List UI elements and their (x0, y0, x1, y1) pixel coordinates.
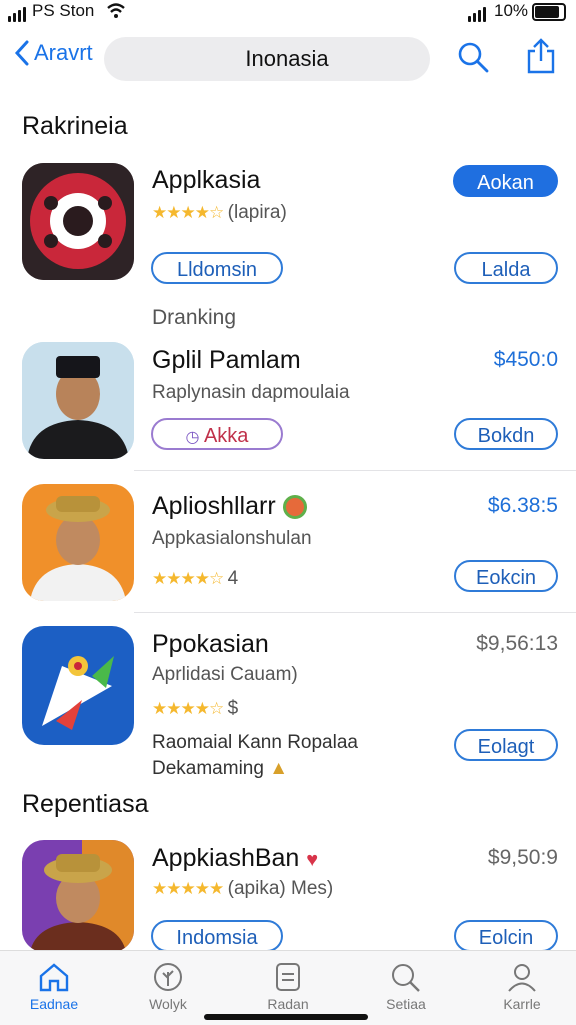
price-label: $9,56:13 (476, 632, 558, 655)
back-label: Aravrt (34, 40, 93, 65)
app-subtitle: Aprlidasi Cauam) (152, 664, 298, 685)
tab-home[interactable]: Eadnae (18, 962, 90, 1012)
rating-text: (lapira) (227, 202, 287, 223)
signal-icon (8, 2, 28, 22)
app-description: Raomaial Kann Ropalaa (152, 732, 358, 753)
get-button[interactable]: Aokan (453, 165, 558, 197)
person-icon (22, 484, 134, 601)
open-button[interactable]: Eolcin (454, 920, 558, 952)
signal-icon-right (468, 2, 488, 22)
wifi-icon (107, 3, 125, 18)
price-label: $9,50:9 (487, 846, 558, 869)
leaf-icon (154, 963, 182, 991)
tag-button[interactable]: Indomsia (151, 920, 283, 952)
home-indicator (204, 1014, 368, 1020)
tab-label: Wolyk (149, 996, 187, 1012)
open-button[interactable]: Lalda (454, 252, 558, 284)
app-subtitle: Appkasialonshulan (152, 528, 312, 549)
subsection-title: Dranking (152, 306, 237, 329)
app-name: Aplioshllarr (152, 492, 307, 521)
tab-label: Eadnae (29, 996, 79, 1012)
search-icon (392, 964, 420, 992)
tag-label: Akka (203, 425, 249, 447)
tab-label: Radan (267, 996, 309, 1012)
rocket-icon (22, 626, 134, 745)
tag-button[interactable]: ◷ Akka (151, 418, 283, 450)
tab-read[interactable]: Radan (252, 962, 324, 1012)
app-name: Applkasia (152, 166, 261, 194)
person-icon (508, 964, 536, 992)
rating-text: (apika) Mes) (227, 878, 334, 899)
heart-icon: ♥ (306, 849, 319, 871)
badge-icon (282, 495, 307, 520)
price-label: $450:0 (493, 348, 558, 371)
search-icon[interactable] (456, 40, 490, 74)
section-title: Repentiasa (22, 790, 149, 818)
open-button[interactable]: Eokcin (454, 560, 558, 592)
tab-search[interactable]: Setiaa (370, 962, 442, 1012)
document-icon (276, 963, 300, 991)
person-icon (22, 840, 134, 952)
tab-label: Karrle (503, 996, 541, 1012)
description-text: Dekamaming (152, 758, 264, 779)
star-rating-icon: ★★★★☆ (152, 203, 224, 222)
price-label: $6.38:5 (487, 494, 558, 517)
app-description: Dekamaming ▲ (152, 758, 288, 780)
battery-label: 10% (494, 1, 529, 20)
back-button[interactable]: Aravrt (14, 40, 93, 66)
status-bar: PS Ston 10% (0, 0, 576, 24)
carrier-label: PS Ston (32, 1, 95, 20)
star-rating-icon: ★★★★★ (152, 879, 224, 898)
app-icon-portrait[interactable] (22, 342, 134, 459)
tab-label: Setiaa (386, 996, 426, 1012)
tab-discover[interactable]: Wolyk (132, 962, 204, 1012)
person-icon (22, 342, 134, 459)
home-icon (39, 963, 69, 992)
rating: ★★★★☆ 4 (152, 568, 238, 590)
app-icon-officer[interactable] (22, 484, 134, 601)
open-button[interactable]: Eolagt (454, 729, 558, 761)
star-rating-icon: ★★★★☆ (152, 699, 224, 718)
app-name: Gplil Pamlam (152, 346, 301, 374)
share-icon[interactable] (526, 37, 556, 75)
rating: ★★★★☆ $ (152, 698, 238, 720)
chevron-left-icon (14, 40, 29, 66)
app-icon-rocket[interactable] (22, 626, 134, 745)
app-name-text: AppkiashBan (152, 844, 300, 872)
app-name: AppkiashBan ♥ (152, 844, 318, 873)
divider (134, 612, 576, 613)
page-title: Inonasia (245, 46, 329, 71)
app-subtitle: Raplynasin dapmoulaia (152, 382, 350, 403)
rating: ★★★★★ (apika) Mes) (152, 878, 333, 900)
battery-icon (532, 3, 566, 21)
app-icon-target[interactable] (22, 163, 134, 280)
clock-icon: ◷ (185, 429, 200, 446)
target-icon (22, 163, 134, 280)
section-title: Rakrineia (22, 112, 128, 140)
app-name-text: Aplioshllarr (152, 492, 276, 520)
app-icon-officer-2[interactable] (22, 840, 134, 952)
rating-text: $ (227, 698, 239, 719)
tag-button[interactable]: Lldomsin (151, 252, 283, 284)
tab-profile[interactable]: Karrle (486, 962, 558, 1012)
bell-icon: ▲ (269, 758, 289, 779)
rating: ★★★★☆ (lapira) (152, 202, 287, 224)
rating-text: 4 (227, 568, 239, 589)
open-button[interactable]: Bokdn (454, 418, 558, 450)
star-rating-icon: ★★★★☆ (152, 569, 224, 588)
app-name: Ppokasian (152, 630, 269, 658)
divider (134, 470, 576, 471)
